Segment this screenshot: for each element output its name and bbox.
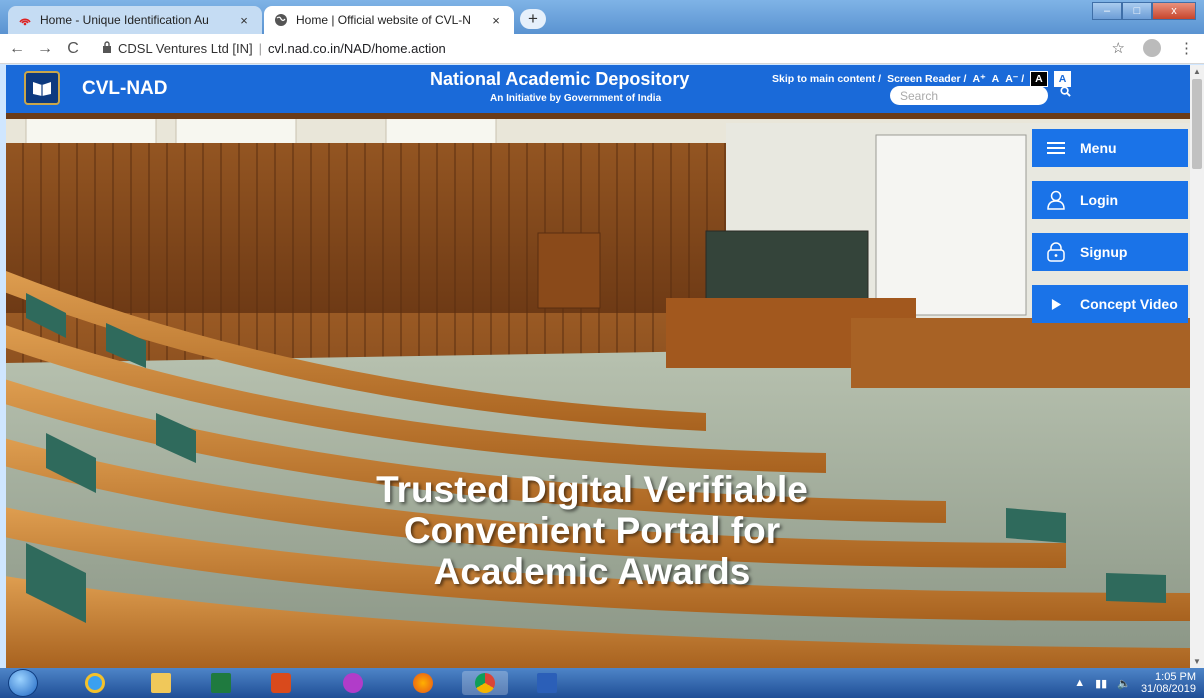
hamburger-icon — [1032, 141, 1080, 155]
hero-line-1: Trusted Digital Verifiable — [376, 469, 808, 510]
minimize-button[interactable]: – — [1092, 2, 1122, 20]
font-decrease-button[interactable]: A⁻ / — [1005, 73, 1024, 85]
toolbar-right: ☆ ⋮ — [1112, 39, 1194, 57]
word-icon[interactable] — [524, 671, 570, 695]
scroll-up-icon[interactable]: ▲ — [1193, 67, 1201, 76]
user-icon — [1032, 190, 1080, 210]
tab-uidai[interactable]: Home - Unique Identification Au × — [8, 6, 262, 34]
site-identity: CDSL Ventures Ltd [IN] — [118, 41, 253, 56]
font-normal-button[interactable]: A — [992, 73, 1000, 85]
app-icon[interactable] — [330, 671, 376, 695]
volume-icon[interactable]: 🔈 — [1117, 677, 1131, 690]
hero-line-2: Convenient Portal for — [403, 510, 781, 551]
secure-lock-icon — [102, 41, 112, 56]
lock-icon — [1032, 242, 1080, 262]
network-icon[interactable]: ▮▮ — [1095, 677, 1107, 690]
system-tray: ▲ ▮▮ 🔈 1:05 PM 31/08/2019 — [1074, 671, 1196, 695]
file-explorer-icon[interactable] — [138, 671, 184, 695]
signup-label: Signup — [1080, 244, 1128, 260]
signup-button[interactable]: Signup — [1032, 233, 1188, 271]
font-increase-button[interactable]: A⁺ — [972, 73, 985, 85]
screen-reader-link[interactable]: Screen Reader / — [887, 73, 966, 85]
bookmark-star-icon[interactable]: ☆ — [1112, 39, 1125, 57]
address-bar[interactable]: CDSL Ventures Ltd [IN] | cvl.nad.co.in/N… — [102, 41, 446, 56]
clock-date: 31/08/2019 — [1140, 683, 1196, 695]
maximize-button[interactable]: □ — [1122, 2, 1152, 20]
browser-tab-strip: Home - Unique Identification Au × Home |… — [0, 0, 1204, 34]
site-brand[interactable]: CVL-NAD — [82, 78, 168, 100]
system-clock[interactable]: 1:05 PM 31/08/2019 — [1141, 671, 1196, 695]
forward-button[interactable]: → — [34, 40, 56, 58]
browser-menu-icon[interactable]: ⋮ — [1179, 39, 1194, 57]
reload-button[interactable]: C — [62, 40, 84, 58]
browser-toolbar: ← → C CDSL Ventures Ltd [IN] | cvl.nad.c… — [0, 34, 1204, 64]
concept-video-label: Concept Video — [1080, 296, 1178, 312]
tab-title: Home - Unique Identification Au — [40, 13, 209, 27]
excel-icon[interactable] — [198, 671, 244, 695]
clock-time: 1:05 PM — [1155, 671, 1196, 683]
tab-close-icon[interactable]: × — [488, 13, 504, 28]
back-button[interactable]: ← — [6, 40, 28, 58]
new-tab-button[interactable]: + — [520, 9, 546, 29]
search-icon[interactable] — [1060, 85, 1071, 100]
close-window-button[interactable]: x — [1152, 2, 1196, 20]
hero-banner: Trusted Digital Verifiable Convenient Po… — [6, 113, 1190, 668]
tab-cvl-nad[interactable]: Home | Official website of CVL-N × — [264, 6, 514, 34]
skip-to-content-link[interactable]: Skip to main content / — [772, 73, 881, 85]
windows-taskbar: ▲ ▮▮ 🔈 1:05 PM 31/08/2019 — [0, 668, 1204, 698]
profile-avatar-icon[interactable] — [1143, 39, 1161, 57]
tab-close-icon[interactable]: × — [236, 13, 252, 28]
start-button-icon[interactable] — [8, 669, 38, 697]
hero-tagline: Trusted Digital Verifiable Convenient Po… — [242, 469, 942, 592]
page-title: National Academic Depository — [430, 69, 690, 89]
menu-label: Menu — [1080, 140, 1117, 156]
tab-title: Home | Official website of CVL-N — [296, 13, 471, 27]
high-contrast-button[interactable]: A — [1030, 71, 1048, 87]
scrollbar-thumb[interactable] — [1192, 79, 1202, 169]
concept-video-button[interactable]: Concept Video — [1032, 285, 1188, 323]
media-player-icon[interactable] — [258, 671, 304, 695]
url-separator: | — [258, 41, 263, 56]
cvl-logo-icon[interactable] — [24, 71, 60, 105]
menu-button[interactable]: Menu — [1032, 129, 1188, 167]
chrome-icon[interactable] — [462, 671, 508, 695]
page-subtitle: An Initiative by Government of India — [490, 93, 662, 104]
tray-expand-icon[interactable]: ▲ — [1074, 677, 1085, 689]
globe-icon — [274, 13, 288, 27]
hero-line-3: Academic Awards — [433, 551, 751, 592]
side-menu: Menu Login Signup Concept Video — [1032, 129, 1188, 337]
play-icon — [1032, 298, 1080, 311]
page-scrollbar[interactable]: ▲ ▼ — [1190, 65, 1204, 668]
login-button[interactable]: Login — [1032, 181, 1188, 219]
uidai-favicon-icon — [18, 13, 32, 27]
accessibility-bar: Skip to main content / Screen Reader / A… — [772, 71, 1072, 87]
search-input[interactable] — [890, 86, 1048, 105]
firefox-icon[interactable] — [400, 671, 446, 695]
internet-explorer-icon[interactable] — [72, 671, 118, 695]
site-header: CVL-NAD National Academic Depository An … — [6, 65, 1190, 113]
window-controls: – □ x — [1092, 2, 1196, 20]
url-text: cvl.nad.co.in/NAD/home.action — [268, 41, 446, 56]
scroll-down-icon[interactable]: ▼ — [1193, 657, 1201, 666]
login-label: Login — [1080, 192, 1119, 208]
